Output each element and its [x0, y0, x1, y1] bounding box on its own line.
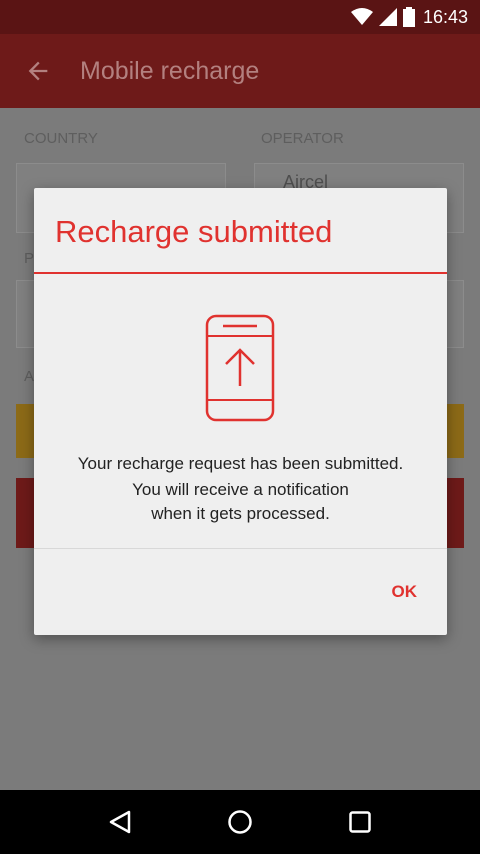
nav-home-icon	[228, 810, 252, 834]
operator-label: OPERATOR	[261, 130, 344, 147]
country-label: COUNTRY	[24, 130, 98, 147]
app-bar: Mobile recharge	[0, 34, 480, 108]
phone-upload-icon	[205, 314, 275, 422]
dialog-title-divider	[34, 272, 447, 274]
page-title: Mobile recharge	[80, 56, 260, 85]
nav-back-button[interactable]	[100, 802, 140, 842]
dialog-title: Recharge submitted	[55, 214, 333, 249]
dialog-message: Your recharge request has been submitted…	[34, 452, 447, 526]
phone-label: P	[24, 250, 35, 267]
dialog-footer-divider	[34, 548, 447, 549]
arrow-left-icon[interactable]	[24, 57, 52, 85]
amount-label: A	[24, 368, 35, 385]
recharge-dialog: Recharge submitted Your recharge request…	[34, 188, 447, 635]
message-line-3: when it gets processed.	[151, 504, 330, 523]
wifi-icon	[350, 8, 373, 25]
nav-recents-icon	[349, 811, 371, 833]
nav-bar	[0, 790, 480, 854]
nav-back-icon	[109, 810, 131, 834]
message-line-1: Your recharge request has been submitted…	[77, 454, 404, 473]
battery-icon	[402, 7, 415, 27]
status-bar: 16:43	[0, 0, 480, 34]
nav-recents-button[interactable]	[340, 802, 380, 842]
nav-home-button[interactable]	[220, 802, 260, 842]
status-time: 16:43	[422, 6, 468, 27]
message-line-2: You will receive a notification	[132, 480, 349, 499]
ok-button[interactable]: OK	[392, 582, 418, 602]
signal-icon	[378, 8, 397, 26]
status-icons	[350, 7, 415, 27]
